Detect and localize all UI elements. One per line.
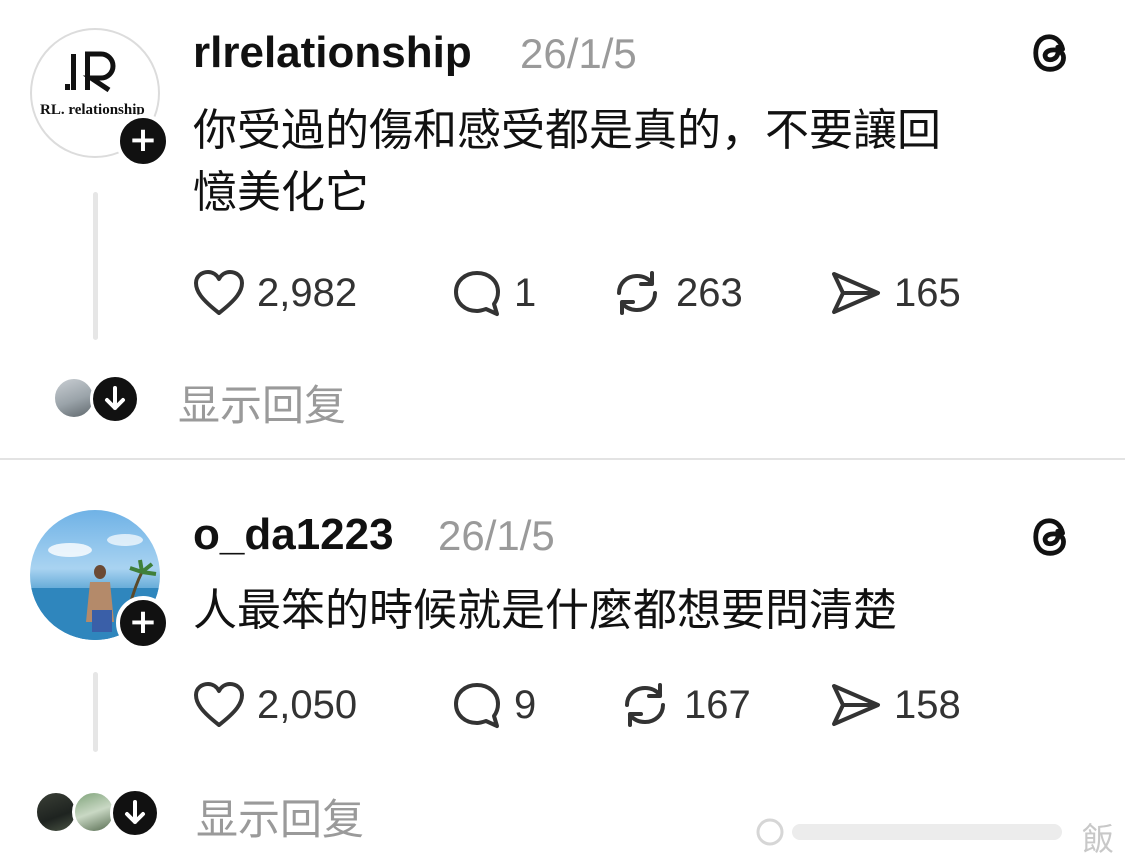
repost-icon (617, 271, 657, 315)
like-button[interactable]: 2,050 (193, 680, 357, 730)
heart-icon (194, 682, 244, 727)
watermark-text: 飯 (1082, 820, 1115, 858)
follow-plus-icon[interactable]: + (116, 114, 170, 168)
comment-count: 9 (514, 682, 537, 727)
show-replies-toggle[interactable] (90, 374, 140, 424)
threads-icon[interactable] (1030, 30, 1076, 76)
like-button[interactable]: 2,982 (193, 268, 357, 318)
comment-button[interactable]: 9 (452, 680, 536, 730)
comment-button[interactable]: 1 (452, 268, 536, 318)
post-text: 你受過的傷和感受都是真的，不要讓回 憶美化它 (193, 105, 941, 218)
thread-line (93, 672, 98, 752)
repost-count: 263 (676, 270, 743, 315)
show-replies-toggle[interactable] (110, 788, 160, 838)
follow-plus-icon[interactable]: + (116, 596, 170, 650)
share-icon (832, 684, 880, 726)
arrow-down-icon (105, 386, 125, 410)
username[interactable]: rlrelationship (193, 28, 472, 78)
comment-icon (454, 683, 500, 728)
show-replies-link[interactable]: 显示回复 (196, 786, 364, 847)
share-button[interactable]: 165 (830, 268, 961, 318)
logo-mark (32, 50, 158, 104)
comment-count: 1 (514, 270, 537, 315)
repost-button[interactable]: 263 (610, 268, 743, 318)
repost-button[interactable]: 167 (618, 680, 751, 730)
post: RL. relationship + rlrelationship 26/1/5… (0, 0, 1125, 460)
share-icon (832, 272, 880, 314)
repost-count: 167 (684, 682, 751, 727)
post-date: 26/1/5 (520, 30, 637, 77)
heart-icon (194, 270, 244, 315)
show-replies-link[interactable]: 显示回复 (178, 372, 346, 433)
post: + o_da1223 26/1/5 人最笨的時候就是什麼都想要問清楚 2,050… (0, 460, 1125, 860)
share-button[interactable]: 158 (830, 680, 961, 730)
like-count: 2,050 (257, 682, 358, 727)
share-count: 165 (894, 270, 961, 315)
comment-icon (454, 271, 500, 316)
post-text: 人最笨的時候就是什麼都想要問清楚 (193, 585, 897, 636)
like-count: 2,982 (257, 270, 358, 315)
arrow-down-icon (125, 800, 145, 824)
threads-icon[interactable] (1030, 514, 1076, 560)
thread-line (93, 192, 98, 340)
share-count: 158 (894, 682, 961, 727)
post-date: 26/1/5 (438, 512, 555, 559)
watermark: 飯 (752, 812, 1125, 858)
repost-icon (625, 683, 665, 727)
username[interactable]: o_da1223 (193, 510, 394, 560)
